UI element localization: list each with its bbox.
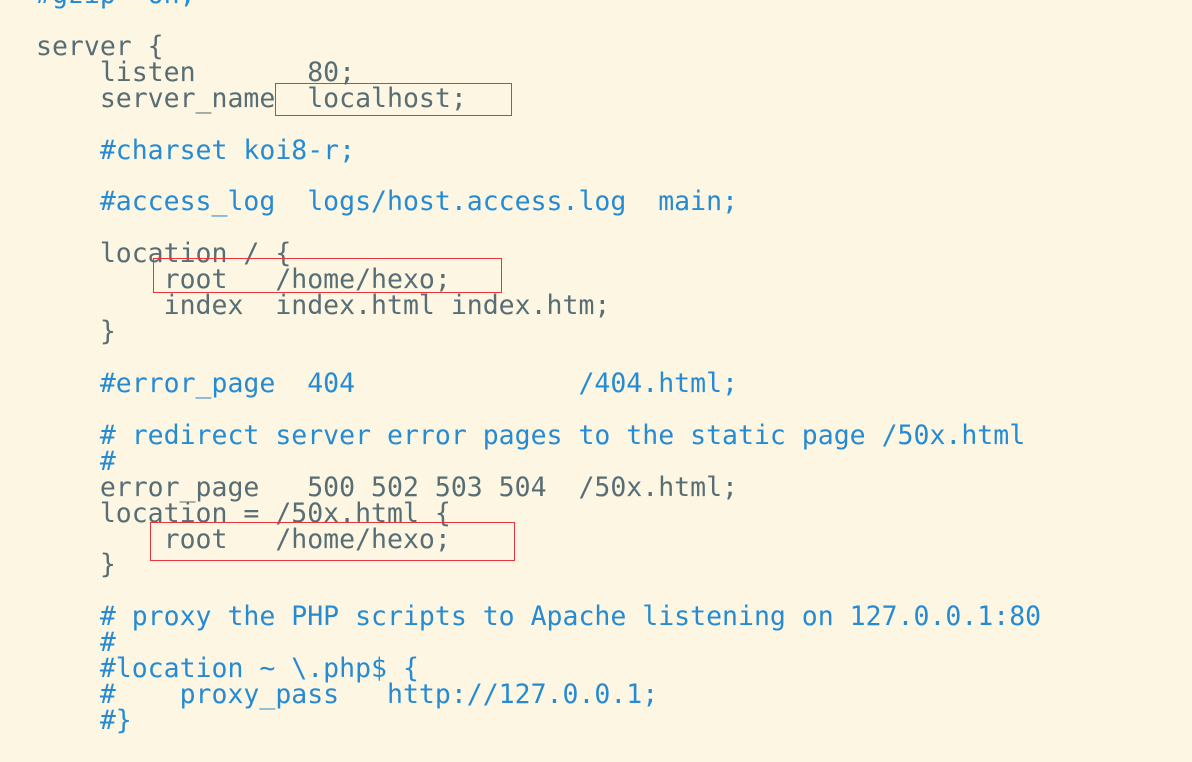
code-line: location / {: [36, 238, 292, 270]
code-line: root /home/hexo;: [36, 264, 451, 296]
code-line: root /home/hexo;: [36, 523, 451, 555]
code-line: #: [36, 627, 116, 659]
code-line: #}: [36, 705, 132, 737]
code-editor[interactable]: #} # proxy_pass http://127.0.0.1; #locat…: [0, 0, 1192, 762]
code-line: # redirect server error pages to the sta…: [36, 419, 1026, 451]
code-line: #location ~ \.php$ {: [36, 653, 419, 685]
code-line: listen 80;: [36, 56, 356, 88]
code-line: # proxy_pass http://127.0.0.1;: [36, 679, 659, 711]
code-line: #gzip on;: [36, 0, 196, 8]
code-line: #access_log logs/host.access.log main;: [36, 186, 738, 218]
code-line: index index.html index.htm;: [36, 290, 611, 322]
code-line: #: [36, 445, 116, 477]
code-line: #charset koi8-r;: [36, 134, 356, 166]
code-line: server {: [36, 30, 164, 62]
code-line: }: [36, 549, 116, 581]
code-line: server_name localhost;: [36, 82, 467, 114]
code-line: #error_page 404 /404.html;: [36, 367, 738, 399]
code-line: location = /50x.html {: [36, 497, 451, 529]
code-line: error_page 500 502 503 504 /50x.html;: [36, 471, 738, 503]
code-line: # proxy the PHP scripts to Apache listen…: [36, 601, 1042, 633]
code-line: }: [36, 316, 116, 348]
